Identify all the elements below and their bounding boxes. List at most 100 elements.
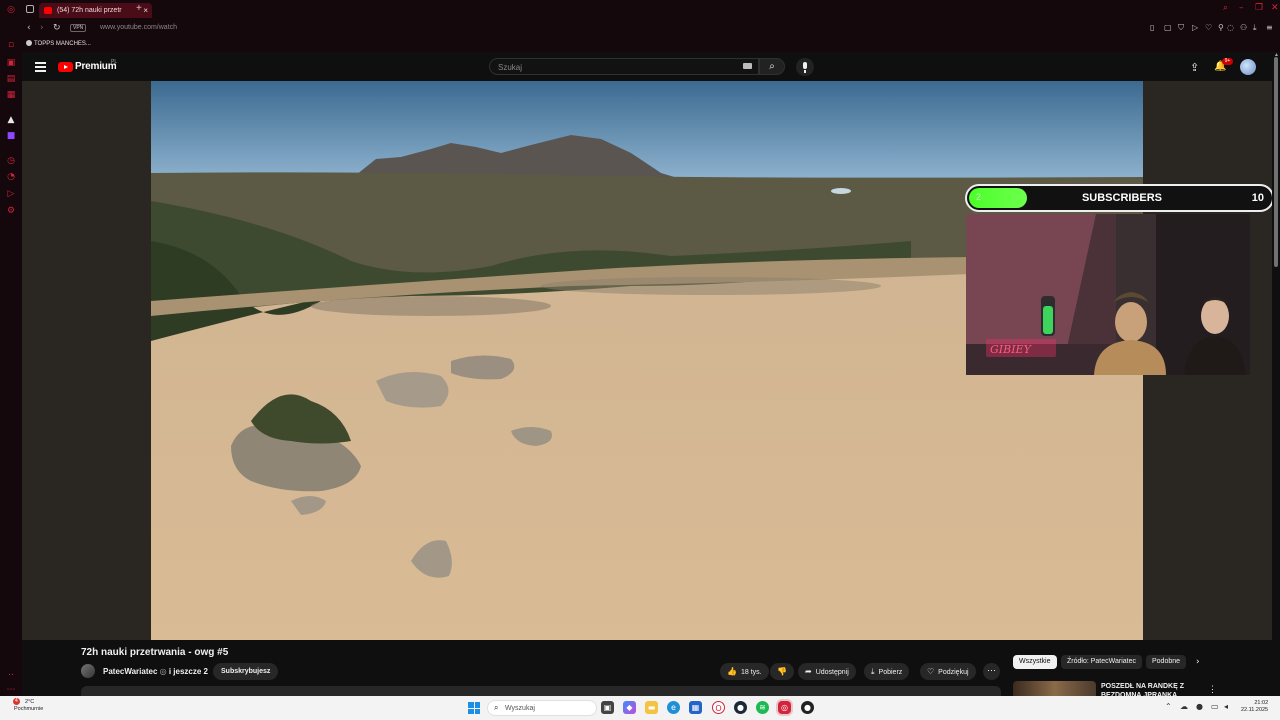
- volume-icon[interactable]: ◂: [1224, 702, 1228, 711]
- channel-avatar[interactable]: [81, 664, 95, 678]
- channel-name[interactable]: PatecWariatec ◎ i jeszcze 2: [103, 667, 208, 676]
- pinboard-icon[interactable]: ▤: [6, 74, 16, 84]
- back-icon[interactable]: ‹: [27, 23, 31, 33]
- reload-icon[interactable]: ↻: [53, 23, 61, 33]
- settings-icon[interactable]: ⚙: [6, 206, 16, 216]
- taskbar-search[interactable]: ⌕ Wyszukaj: [487, 700, 597, 716]
- notifications-badge: 9+: [1222, 58, 1233, 65]
- video-title: 72h nauki przetrwania - owg #5: [81, 647, 229, 658]
- windows-taskbar: 4 2°C Pochmurnie ⌕ Wyszukaj ▣ ◆ ▬ e ▦ O ●…: [0, 696, 1280, 720]
- dislike-button[interactable]: 👎: [770, 663, 794, 680]
- player-icon[interactable]: ▷: [6, 189, 16, 199]
- downloads-icon[interactable]: ◔: [6, 172, 16, 182]
- chip-all[interactable]: Wszystkie: [1013, 655, 1057, 669]
- search-icon: ⌕: [769, 61, 775, 72]
- subscribe-button[interactable]: Subskrybujesz: [213, 663, 279, 680]
- thumbs-down-icon: 👎: [777, 667, 787, 676]
- clock-date: 22.11.2025: [1241, 707, 1269, 713]
- chevron-right-icon[interactable]: ›: [1196, 657, 1200, 667]
- adblock-icon[interactable]: ⛉: [1178, 23, 1184, 33]
- more-icon[interactable]: ⋯: [6, 685, 16, 695]
- maximize-button[interactable]: ❐: [1255, 3, 1263, 13]
- copilot-icon[interactable]: ◆: [623, 701, 636, 714]
- history-icon[interactable]: ◷: [6, 156, 16, 166]
- heart-icon[interactable]: ♡: [1205, 23, 1212, 32]
- menu-icon[interactable]: [35, 62, 46, 72]
- opera-logo-icon[interactable]: ◎: [6, 5, 16, 15]
- more-actions-icon[interactable]: ⋯: [983, 663, 1000, 680]
- download-label: Pobierz: [878, 669, 903, 676]
- snapshot-icon[interactable]: ▢: [1164, 23, 1172, 32]
- task-view-icon[interactable]: ▣: [601, 701, 614, 714]
- recommended-menu-icon[interactable]: ⋮: [1208, 684, 1217, 695]
- thanks-button[interactable]: ♡ Podziękuj: [920, 663, 976, 680]
- spotify-icon[interactable]: ≋: [756, 701, 769, 714]
- cloud-icon[interactable]: ☁: [1180, 702, 1188, 711]
- app-icon[interactable]: ●: [801, 701, 814, 714]
- chip-source[interactable]: Źródło: PatecWariatec: [1061, 655, 1142, 669]
- goal-progress-bar: 2: [969, 188, 1027, 208]
- like-count: 18 tys.: [740, 669, 762, 676]
- download-button[interactable]: ⤓ Pobierz: [864, 663, 910, 680]
- channel-collab-text: i jeszcze 2: [168, 667, 208, 676]
- scrollbar-thumb[interactable]: [1274, 57, 1278, 267]
- bookmarks-icon[interactable]: ▦: [6, 90, 16, 100]
- tray-chevron-icon[interactable]: ⌃: [1165, 702, 1172, 711]
- goal-count: 10: [1251, 192, 1264, 204]
- youtube-play-icon: [58, 62, 73, 72]
- clock[interactable]: 21:02 22.11.2025: [1241, 700, 1268, 714]
- vpn-badge[interactable]: VPN: [70, 24, 87, 32]
- keyboard-icon[interactable]: [743, 63, 752, 69]
- store-icon[interactable]: ▦: [689, 701, 702, 714]
- tab-close-icon[interactable]: ×: [143, 6, 148, 15]
- opera-taskbar-icon[interactable]: O: [712, 701, 725, 714]
- tab-title: (54) 72h nauki przetr: [57, 7, 122, 14]
- search-icon: ⌕: [494, 703, 499, 712]
- display-icon[interactable]: ▭: [1211, 702, 1219, 711]
- search-input[interactable]: [498, 61, 728, 73]
- close-window-button[interactable]: ✕: [1271, 3, 1279, 13]
- speed-dial-icon[interactable]: ▫: [6, 40, 16, 50]
- start-icon[interactable]: [468, 702, 480, 714]
- wallet-icon[interactable]: ⚇: [1240, 23, 1247, 32]
- search-button[interactable]: ⌕: [759, 58, 785, 75]
- video-player[interactable]: 2 SUBSCRIBERS 10 GIBIEY: [22, 81, 1272, 640]
- forward-icon[interactable]: ›: [40, 23, 44, 33]
- chip-similar[interactable]: Podobne: [1146, 655, 1187, 669]
- minimize-button[interactable]: –: [1239, 3, 1244, 13]
- easy-setup-icon[interactable]: ≡: [1266, 23, 1273, 32]
- mic-tray-icon[interactable]: ●: [1196, 702, 1203, 711]
- webcam-sign-text: GIBIEY: [990, 343, 1033, 356]
- channel-name-text: PatecWariatec: [103, 667, 158, 676]
- voice-search-icon[interactable]: [796, 58, 814, 76]
- edge-icon[interactable]: e: [667, 701, 680, 714]
- url-field[interactable]: www.youtube.com/watch: [100, 24, 177, 31]
- messenger-icon[interactable]: ◌: [1227, 23, 1234, 32]
- flow-icon[interactable]: ⚲: [1218, 23, 1224, 32]
- video-popout-icon[interactable]: ▷: [1192, 23, 1198, 32]
- shopping-icon[interactable]: ▣: [6, 58, 16, 68]
- like-button[interactable]: 👍 18 tys.: [720, 663, 769, 680]
- weather-widget[interactable]: 4 2°C Pochmurnie: [13, 698, 44, 713]
- goal-progress-value: 2: [976, 192, 982, 202]
- share-icon: ➦: [805, 667, 812, 676]
- create-icon[interactable]: ⇪: [1190, 61, 1199, 74]
- account-avatar[interactable]: [1240, 59, 1256, 75]
- extensions-icon[interactable]: ‥: [6, 668, 16, 678]
- aria-icon[interactable]: ▲: [6, 115, 16, 125]
- download-icon[interactable]: ⤓: [1253, 23, 1257, 33]
- thanks-icon: ♡: [927, 667, 935, 676]
- new-tab-button[interactable]: +: [136, 3, 142, 14]
- bookmark-item[interactable]: TOPPS MANCHES...: [26, 40, 91, 47]
- twitch-icon[interactable]: ■: [6, 131, 16, 141]
- weather-desc: Pochmurnie: [14, 706, 44, 712]
- file-explorer-icon[interactable]: ▬: [645, 701, 658, 714]
- tab-menu-icon[interactable]: [26, 5, 34, 13]
- page-scrollbar[interactable]: ▲: [1272, 52, 1280, 720]
- share-button[interactable]: ➦ Udostępnij: [798, 663, 856, 680]
- page-action-icon[interactable]: ▯: [1150, 23, 1154, 32]
- steam-icon[interactable]: ●: [734, 701, 747, 714]
- search-tabs-icon[interactable]: ⌕: [1223, 3, 1228, 13]
- opera-gx-icon[interactable]: ◎: [778, 701, 791, 714]
- weather-badge: 4: [15, 698, 18, 704]
